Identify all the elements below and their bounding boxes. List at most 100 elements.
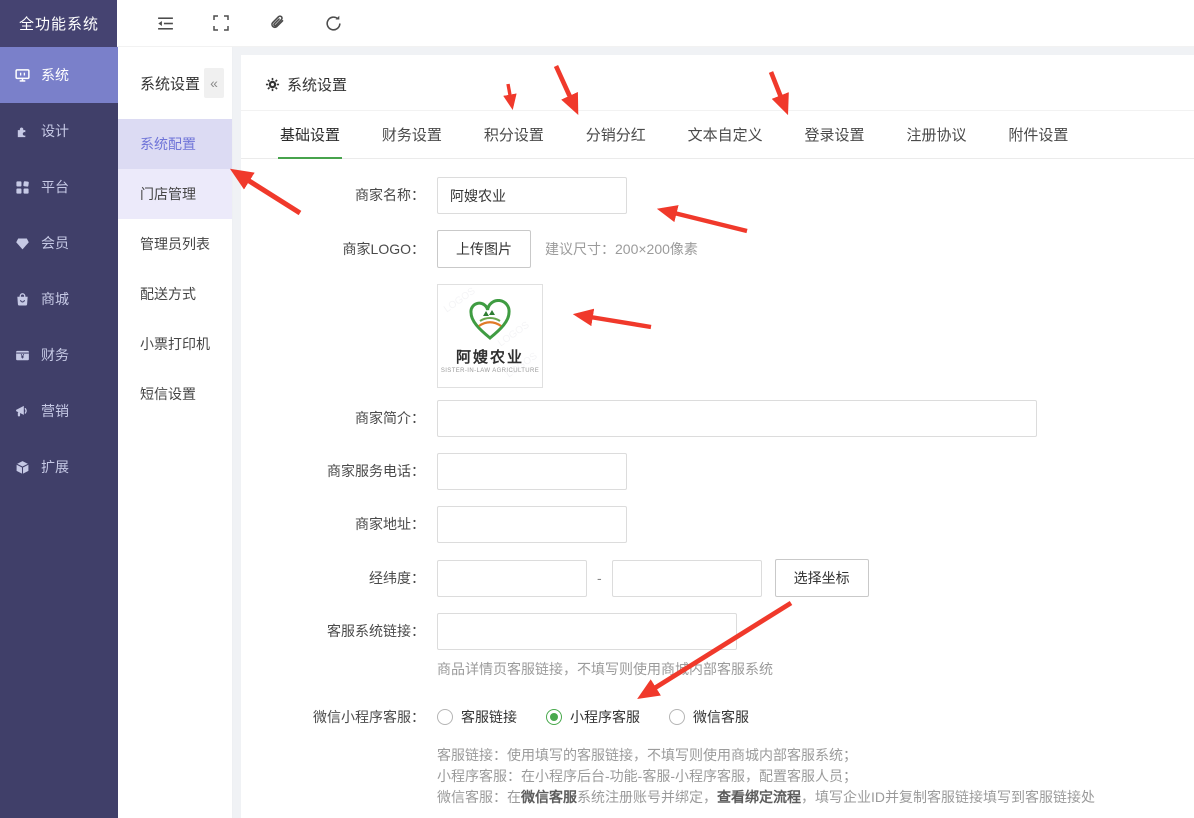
gem-icon bbox=[15, 236, 30, 251]
sidebar-item-platform[interactable]: 平台 bbox=[0, 159, 118, 215]
sidebar-item-label: 平台 bbox=[41, 177, 69, 197]
logo-preview-en-text: SISTER-IN-LAW AGRICULTURE bbox=[441, 368, 539, 374]
radio-option-miniprogram-service[interactable]: 小程序客服 bbox=[546, 707, 640, 727]
merchant-intro-label: 商家简介： bbox=[241, 400, 437, 437]
heart-farm-logo-icon bbox=[467, 299, 513, 344]
sidebar-item-label: 扩展 bbox=[41, 457, 69, 477]
submenu-header: 系统设置 « bbox=[118, 47, 232, 119]
sidebar-item-label: 商城 bbox=[41, 289, 69, 309]
latitude-input[interactable] bbox=[612, 560, 762, 597]
sidebar-item-finance[interactable]: ¥ 财务 bbox=[0, 327, 118, 383]
longitude-input[interactable] bbox=[437, 560, 587, 597]
monitor-icon bbox=[15, 68, 30, 83]
service-phone-input[interactable] bbox=[437, 453, 627, 490]
sidebar-item-label: 设计 bbox=[41, 121, 69, 141]
merchant-logo-row: 商家LOGO： 上传图片 建议尺寸：200×200像素 bbox=[241, 230, 1194, 268]
note-line-3: 微信客服：在微信客服系统注册账号并绑定，查看绑定流程，填写企业ID并复制客服链接… bbox=[437, 787, 1194, 808]
note-bold-view-binding-flow[interactable]: 查看绑定流程 bbox=[717, 789, 801, 805]
megaphone-icon bbox=[15, 404, 30, 419]
secondary-sidebar: 系统设置 « 系统配置 门店管理 管理员列表 配送方式 小票打印机 短信设置 bbox=[118, 0, 233, 818]
choose-coordinates-button[interactable]: 选择坐标 bbox=[775, 559, 869, 597]
tab-login-settings[interactable]: 登录设置 bbox=[803, 111, 867, 159]
settings-tabs: 基础设置 财务设置 积分设置 分销分红 文本自定义 登录设置 注册协议 附件设置 bbox=[241, 111, 1194, 159]
content-region: 系统设置 基础设置 财务设置 积分设置 分销分红 文本自定义 登录设置 注册协议… bbox=[233, 0, 1194, 818]
sidebar-item-design[interactable]: 设计 bbox=[0, 103, 118, 159]
link-icon[interactable] bbox=[249, 0, 305, 47]
puzzle-icon bbox=[15, 124, 30, 139]
merchant-logo-preview[interactable]: LOGOS LOGOS LOGOS 阿嫂农业 SISTER-IN-LAW AGR… bbox=[437, 284, 543, 388]
radio-circle bbox=[437, 709, 453, 725]
refresh-icon[interactable] bbox=[305, 0, 361, 47]
lat-lng-separator: - bbox=[597, 570, 602, 586]
sidebar-item-label: 营销 bbox=[41, 401, 69, 421]
note-line-2: 小程序客服：在小程序后台-功能-客服-小程序客服，配置客服人员； bbox=[437, 766, 1194, 787]
merchant-address-label: 商家地址： bbox=[241, 506, 437, 543]
tab-points-settings[interactable]: 积分设置 bbox=[482, 111, 546, 159]
sidebar-item-label: 财务 bbox=[41, 345, 69, 365]
merchant-logo-label: 商家LOGO： bbox=[241, 231, 437, 268]
service-phone-row: 商家服务电话： bbox=[241, 453, 1194, 490]
sidebar-item-label: 系统 bbox=[41, 65, 69, 85]
merchant-name-label: 商家名称： bbox=[241, 177, 437, 214]
submenu-item-store-management[interactable]: 门店管理 bbox=[118, 169, 232, 219]
sidebar-item-extensions[interactable]: 扩展 bbox=[0, 439, 118, 495]
service-link-hint: 商品详情页客服链接，不填写则使用商城内部客服系统 bbox=[437, 659, 773, 679]
radio-option-wechat-service[interactable]: 微信客服 bbox=[669, 707, 749, 727]
cube-icon bbox=[15, 460, 30, 475]
submenu-title: 系统设置 bbox=[140, 73, 200, 94]
wechat-service-notes: 客服链接：使用填写的客服链接，不填写则使用商城内部客服系统； 小程序客服：在小程… bbox=[437, 745, 1194, 808]
topbar bbox=[117, 0, 1194, 47]
submenu-item-delivery-method[interactable]: 配送方式 bbox=[118, 269, 232, 319]
money-icon: ¥ bbox=[15, 348, 30, 363]
merchant-name-row: 商家名称： bbox=[241, 177, 1194, 214]
shopping-bag-icon bbox=[15, 292, 30, 307]
submenu-item-sms-settings[interactable]: 短信设置 bbox=[118, 369, 232, 419]
grid-icon bbox=[15, 180, 30, 195]
logo-preview-cn-text: 阿嫂农业 bbox=[456, 346, 524, 367]
sidebar-item-mall[interactable]: 商城 bbox=[0, 271, 118, 327]
tab-attachment-settings[interactable]: 附件设置 bbox=[1006, 111, 1070, 159]
logo-size-hint: 建议尺寸：200×200像素 bbox=[545, 230, 698, 268]
sidebar-item-marketing[interactable]: 营销 bbox=[0, 383, 118, 439]
sidebar-item-members[interactable]: 会员 bbox=[0, 215, 118, 271]
merchant-address-row: 商家地址： bbox=[241, 506, 1194, 543]
merchant-name-input[interactable] bbox=[437, 177, 627, 214]
service-link-row: 客服系统链接： 商品详情页客服链接，不填写则使用商城内部客服系统 bbox=[241, 613, 1194, 679]
submenu-item-admin-list[interactable]: 管理员列表 bbox=[118, 219, 232, 269]
fullscreen-icon[interactable] bbox=[193, 0, 249, 47]
note-line-1: 客服链接：使用填写的客服链接，不填写则使用商城内部客服系统； bbox=[437, 745, 1194, 766]
page-title: 系统设置 bbox=[287, 74, 347, 95]
system-settings-panel: 系统设置 基础设置 财务设置 积分设置 分销分红 文本自定义 登录设置 注册协议… bbox=[241, 55, 1194, 818]
merchant-address-input[interactable] bbox=[437, 506, 627, 543]
service-link-label: 客服系统链接： bbox=[241, 613, 437, 650]
tab-registration-agreement[interactable]: 注册协议 bbox=[904, 111, 968, 159]
note-bold-wechat-service: 微信客服 bbox=[521, 789, 577, 805]
wechat-service-label: 微信小程序客服： bbox=[241, 707, 437, 727]
admin-app: 全功能系统 系统 设计 平台 会员 商城 ¥ 财务 营销 bbox=[0, 0, 1194, 818]
tab-text-customization[interactable]: 文本自定义 bbox=[686, 111, 765, 159]
service-link-input[interactable] bbox=[437, 613, 737, 650]
upload-image-button[interactable]: 上传图片 bbox=[437, 230, 531, 268]
radio-option-service-link[interactable]: 客服链接 bbox=[437, 707, 517, 727]
primary-sidebar: 全功能系统 系统 设计 平台 会员 商城 ¥ 财务 营销 bbox=[0, 0, 118, 818]
collapse-menu-icon[interactable] bbox=[137, 0, 193, 47]
wechat-service-row: 微信小程序客服： 客服链接 小程序客服 bbox=[241, 707, 1194, 727]
tab-distribution-dividend[interactable]: 分销分红 bbox=[584, 111, 648, 159]
gear-icon bbox=[265, 77, 280, 92]
lat-lng-row: 经纬度： - 选择坐标 bbox=[241, 559, 1194, 597]
logo-preview-row: LOGOS LOGOS LOGOS 阿嫂农业 SISTER-IN-LAW AGR… bbox=[241, 284, 1194, 388]
sidebar-item-system[interactable]: 系统 bbox=[0, 47, 118, 103]
submenu-item-system-config[interactable]: 系统配置 bbox=[118, 119, 232, 169]
service-phone-label: 商家服务电话： bbox=[241, 453, 437, 490]
tab-finance-settings[interactable]: 财务设置 bbox=[380, 111, 444, 159]
submenu-item-receipt-printer[interactable]: 小票打印机 bbox=[118, 319, 232, 369]
collapse-sidebar-button[interactable]: « bbox=[204, 68, 224, 98]
merchant-intro-row: 商家简介： bbox=[241, 400, 1194, 437]
workspace: 系统设置 基础设置 财务设置 积分设置 分销分红 文本自定义 登录设置 注册协议… bbox=[233, 47, 1194, 818]
lat-lng-label: 经纬度： bbox=[241, 560, 437, 597]
sidebar-item-label: 会员 bbox=[41, 233, 69, 253]
app-logo: 全功能系统 bbox=[0, 0, 118, 47]
tab-basic-settings[interactable]: 基础设置 bbox=[278, 111, 342, 159]
page-header: 系统设置 bbox=[241, 55, 1194, 111]
merchant-intro-input[interactable] bbox=[437, 400, 1037, 437]
